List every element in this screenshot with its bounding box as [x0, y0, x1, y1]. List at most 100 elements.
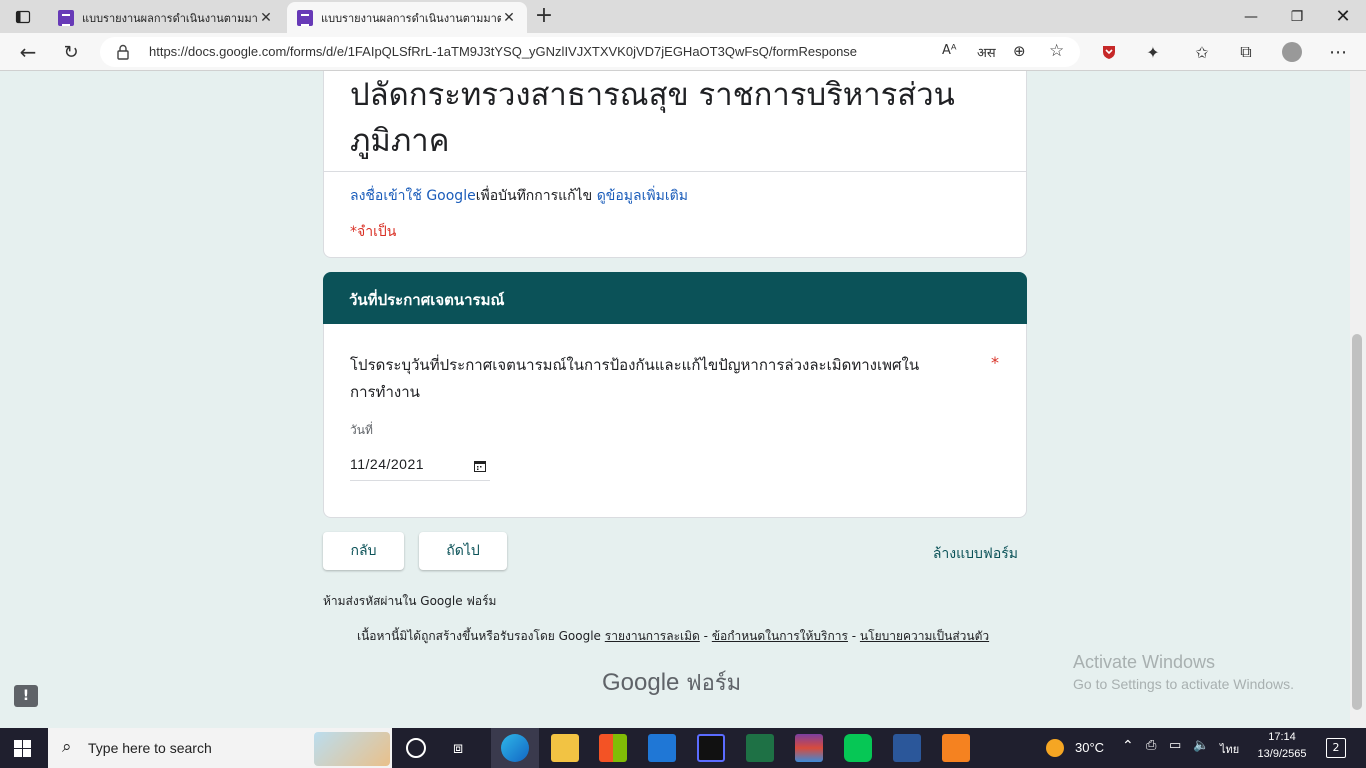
tab-active[interactable]: แบบรายงานผลการดำเนินงานตามมาต ✕ [287, 2, 527, 33]
file-explorer-icon[interactable] [551, 734, 579, 762]
footer-text: เนื้อหานี้มิได้ถูกสร้างขึ้นหรือรับรองโดย… [357, 629, 601, 643]
google-forms-icon [297, 9, 313, 26]
calendar-icon-svg [474, 461, 486, 472]
form-title-line1: ปลัดกระทรวงสาธารณสุข ราชการบริหารส่วน [350, 77, 955, 113]
back-arrow-icon[interactable]: ← [15, 39, 41, 65]
tab-actions-icon-svg [15, 10, 31, 24]
lock-icon-svg [117, 44, 129, 60]
calendar-icon[interactable] [474, 457, 486, 476]
logo-google: Google [602, 669, 680, 696]
address-bar[interactable]: https://docs.google.com/forms/d/e/1FAIpQ… [100, 37, 1080, 67]
section-header: วันที่ประกาศเจตนารมณ์ [323, 272, 1027, 325]
notification-center-icon[interactable]: 2 [1326, 738, 1346, 758]
terms-link[interactable]: ข้อกำหนดในการให้บริการ [712, 629, 848, 643]
favorites-icon[interactable]: ✩ [1189, 39, 1215, 65]
weather-sun-icon[interactable] [1046, 739, 1064, 757]
temperature[interactable]: 30°C [1075, 740, 1104, 755]
task-view-icon[interactable]: ⧈ [453, 738, 463, 758]
activate-windows-subtitle: Go to Settings to activate Windows. [1073, 676, 1294, 692]
restore-button[interactable]: ❐ [1274, 0, 1320, 33]
search-placeholder: Type here to search [88, 740, 212, 756]
webex-icon[interactable] [697, 734, 725, 762]
clock-date[interactable]: 13/9/2565 [1254, 748, 1310, 760]
windows-taskbar: ⌕ Type here to search ⧈ 30°C ⌃ ⎙ ▭ 🔈 ไทย… [0, 728, 1366, 768]
close-tab-icon[interactable]: ✕ [501, 10, 517, 26]
collections-icon[interactable]: ⧉ [1233, 39, 1259, 65]
clock-time[interactable]: 17:14 [1254, 731, 1310, 743]
chevron-up-icon[interactable]: ⌃ [1122, 738, 1134, 754]
question-card: โปรดระบุวันที่ประกาศเจตนารมณ์ในการป้องกั… [323, 324, 1027, 518]
close-window-button[interactable]: ✕ [1320, 0, 1366, 33]
signin-row: ลงชื่อเข้าใช้ Googleเพื่อบันทึกการแก้ไข … [350, 185, 688, 207]
avatar-circle [1282, 42, 1302, 62]
google-forms-icon [58, 9, 74, 26]
translate-icon[interactable]: अस [977, 43, 996, 61]
password-warning: ห้ามส่งรหัสผ่านใน Google ฟอร์ม [323, 594, 497, 608]
footer-separator: - [847, 629, 860, 643]
activate-windows-title: Activate Windows [1073, 652, 1216, 672]
windows-start-icon[interactable] [14, 740, 31, 761]
new-tab-button[interactable]: + [532, 4, 556, 28]
question-line2: การทำงาน [350, 383, 420, 401]
footer-separator: - [699, 629, 712, 643]
tab-inactive[interactable]: แบบรายงานผลการดำเนินงานตามมาต ✕ [48, 2, 284, 33]
required-note: *จำเป็น [350, 224, 397, 240]
minimize-button[interactable]: — [1228, 0, 1274, 33]
footer-disclaimer: เนื้อหานี้มิได้ถูกสร้างขึ้นหรือรับรองโดย… [357, 627, 989, 646]
required-star: * [991, 353, 999, 372]
line-icon[interactable] [844, 734, 872, 762]
tab-title: แบบรายงานผลการดำเนินงานตามมาต [321, 11, 501, 25]
url-text: https://docs.google.com/forms/d/e/1FAIpQ… [149, 44, 858, 59]
tab-title: แบบรายงานผลการดำเนินงานตามมาต [82, 11, 258, 25]
more-menu-icon[interactable]: ⋯ [1325, 39, 1351, 65]
date-input[interactable]: 11/24/2021 [350, 445, 490, 481]
feedback-icon[interactable]: ! [14, 685, 38, 707]
volume-icon[interactable]: 🔈 [1193, 738, 1209, 753]
header-divider [324, 171, 1026, 172]
close-tab-icon[interactable]: ✕ [258, 10, 274, 26]
read-aloud-icon[interactable]: Aᴬ [942, 43, 957, 58]
add-favorite-icon[interactable]: ☆ [1049, 41, 1064, 61]
date-value: 11/24/2021 [350, 456, 425, 472]
form-page: ปลัดกระทรวงสาธารณสุข ราชการบริหารส่วน ภู… [0, 71, 1350, 728]
zoom-icon[interactable]: ⊕ [1013, 42, 1026, 60]
date-label: วันที่ [350, 423, 373, 437]
search-highlight-image [314, 732, 390, 766]
extensions-icon[interactable]: ✦ [1140, 39, 1166, 65]
logo-forms: ฟอร์ม [686, 670, 742, 695]
clear-form-button[interactable]: ล้างแบบฟอร์ม [910, 543, 1018, 565]
section-title: วันที่ประกาศเจตนารมณ์ [349, 291, 505, 309]
winrar-icon[interactable] [795, 734, 823, 762]
meet-now-icon[interactable]: ⎙ [1146, 738, 1156, 753]
scrollbar-thumb[interactable] [1352, 334, 1362, 710]
next-button[interactable]: ถัดไป [419, 532, 507, 570]
browser-toolbar: ← ↻ https://docs.google.com/forms/d/e/1F… [0, 33, 1366, 71]
privacy-link[interactable]: นโยบายความเป็นส่วนตัว [860, 629, 989, 643]
back-button[interactable]: กลับ [323, 532, 404, 570]
windows-logo-svg [14, 740, 31, 757]
signin-text: เพื่อบันทึกการแก้ไข [475, 188, 593, 204]
report-abuse-link[interactable]: รายงานการละเมิด [605, 629, 700, 643]
refresh-icon[interactable]: ↻ [58, 39, 84, 65]
store-icon[interactable] [599, 734, 627, 762]
pdf-app-icon[interactable] [942, 734, 970, 762]
network-icon[interactable]: ▭ [1169, 738, 1181, 753]
tab-actions-icon[interactable] [10, 6, 36, 28]
form-header-card: ปลัดกระทรวงสาธารณสุข ราชการบริหารส่วน ภู… [323, 71, 1027, 258]
mail-icon[interactable] [648, 734, 676, 762]
learn-more-link[interactable]: ดูข้อมูลเพิ่มเติม [597, 188, 688, 204]
language-indicator[interactable]: ไทย [1220, 740, 1239, 758]
edge-icon[interactable] [501, 734, 529, 762]
browser-tab-strip: แบบรายงานผลการดำเนินงานตามมาต ✕ แบบรายงา… [0, 0, 1366, 33]
google-forms-logo[interactable]: Google ฟอร์ม [602, 665, 741, 700]
search-icon: ⌕ [62, 737, 72, 757]
cortana-icon[interactable] [406, 738, 426, 758]
shield-icon-svg [1103, 46, 1115, 59]
extension-shield-icon[interactable] [1096, 39, 1122, 65]
word-icon[interactable] [893, 734, 921, 762]
excel-icon[interactable] [746, 734, 774, 762]
form-title-line2: ภูมิภาค [350, 123, 450, 159]
signin-link[interactable]: ลงชื่อเข้าใช้ Google [350, 188, 476, 204]
profile-avatar[interactable] [1279, 39, 1305, 65]
taskbar-search-box[interactable]: ⌕ Type here to search [48, 728, 392, 768]
